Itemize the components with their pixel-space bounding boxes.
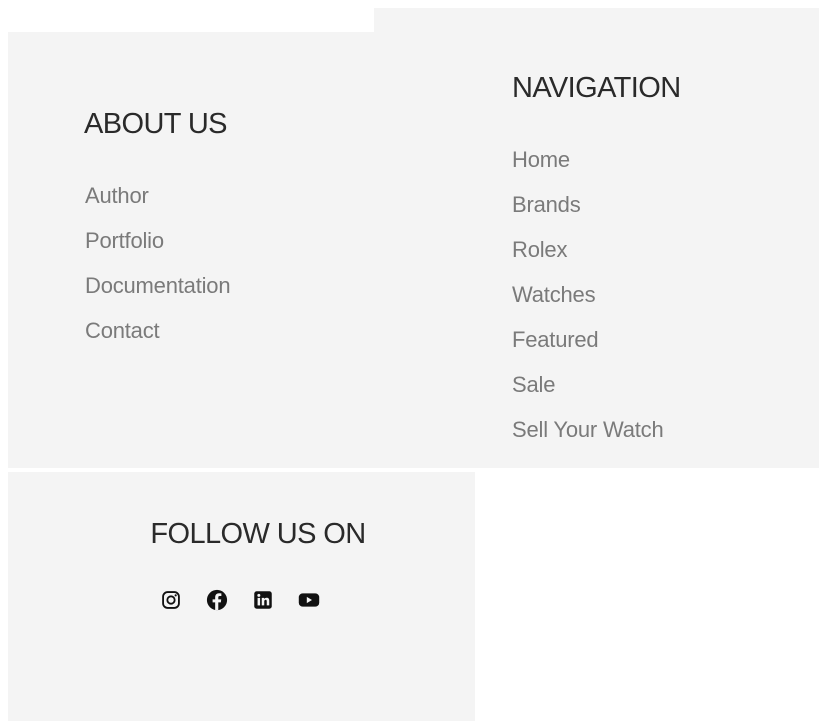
- about-us-panel: ABOUT US Author Portfolio Documentation …: [8, 32, 374, 468]
- link-sale[interactable]: Sale: [512, 362, 664, 407]
- link-brands[interactable]: Brands: [512, 182, 664, 227]
- navigation-panel: NAVIGATION Home Brands Rolex Watches Fea…: [374, 8, 819, 468]
- linkedin-icon[interactable]: [252, 589, 274, 611]
- link-sell-your-watch[interactable]: Sell Your Watch: [512, 407, 664, 452]
- link-portfolio[interactable]: Portfolio: [85, 218, 230, 263]
- link-contact[interactable]: Contact: [85, 308, 230, 353]
- facebook-icon[interactable]: [206, 589, 228, 611]
- follow-us-heading: FOLLOW US ON: [150, 518, 366, 550]
- link-documentation[interactable]: Documentation: [85, 263, 231, 308]
- youtube-icon[interactable]: [298, 589, 320, 611]
- link-watches[interactable]: Watches: [512, 272, 664, 317]
- link-home[interactable]: Home: [512, 137, 664, 182]
- link-author[interactable]: Author: [85, 173, 230, 218]
- about-us-links: Author Portfolio Documentation Contact: [85, 173, 231, 353]
- follow-us-panel: FOLLOW US ON: [8, 472, 475, 721]
- navigation-heading: NAVIGATION: [512, 72, 681, 104]
- link-featured[interactable]: Featured: [512, 317, 664, 362]
- link-rolex[interactable]: Rolex: [512, 227, 664, 272]
- navigation-links: Home Brands Rolex Watches Featured Sale …: [512, 137, 664, 452]
- social-links: [160, 589, 320, 611]
- instagram-icon[interactable]: [160, 589, 182, 611]
- about-us-heading: ABOUT US: [84, 108, 228, 140]
